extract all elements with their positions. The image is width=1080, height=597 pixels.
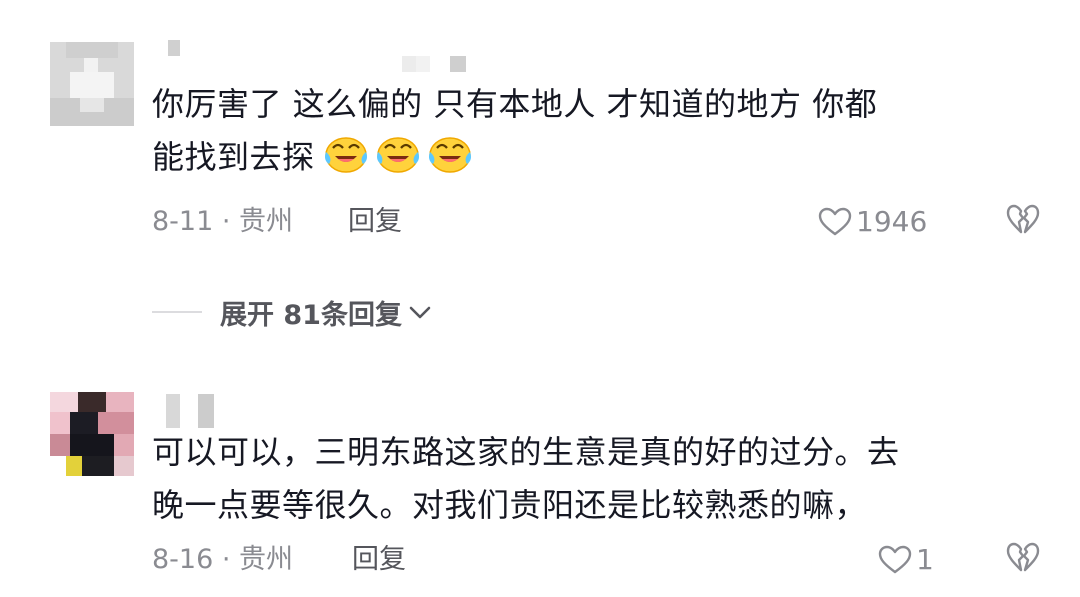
comment-text-line: 晚一点要等很久。对我们贵阳还是比较熟悉的嘛， [152,486,868,524]
laugh-cry-icon [324,137,367,173]
comment-date-location: 8-16 · 贵州 [152,544,294,575]
divider [152,311,202,313]
dislike-button[interactable] [1006,204,1040,248]
comment-meta: 8-16 · 贵州 回复 1 [152,540,1040,580]
avatar[interactable] [50,42,134,126]
like-count: 1 [916,543,934,576]
avatar[interactable] [50,392,134,476]
expand-replies-label: 展开 81条回复 [220,299,402,331]
heart-icon [878,545,912,574]
comment-text-line: 你厉害了 这么偏的 只有本地人 才知道的地方 你都 [152,85,878,123]
heart-icon [818,207,852,236]
comment-text-segment: 能找到去探 [152,138,315,176]
username[interactable] [152,40,482,80]
broken-heart-icon [1006,204,1040,234]
comment-text: 可以可以，三明东路这家的生意是真的好的过分。去 晚一点要等很久。对我们贵阳还是比… [152,426,1032,532]
chevron-down-icon [409,306,431,319]
reply-button[interactable]: 回复 [348,202,402,242]
like-button[interactable]: 1946 [818,202,927,242]
comment-date-location: 8-11 · 贵州 [152,206,294,237]
like-count: 1946 [856,205,928,238]
comment-meta: 8-11 · 贵州 回复 1946 [152,202,1040,242]
expand-replies-button[interactable]: 展开 81条回复 [152,292,434,332]
reply-button[interactable]: 回复 [352,540,406,580]
dislike-button[interactable] [1006,542,1040,586]
laugh-cry-icon [428,137,471,173]
comment-text-line: 能找到去探 [152,131,1032,184]
comment-text: 你厉害了 这么偏的 只有本地人 才知道的地方 你都 能找到去探 [152,78,1032,184]
comment-item: 你厉害了 这么偏的 只有本地人 才知道的地方 你都 能找到去探 8-11 · 贵… [0,0,1080,270]
comment-item: 可以可以，三明东路这家的生意是真的好的过分。去 晚一点要等很久。对我们贵阳还是比… [0,370,1080,597]
broken-heart-icon [1006,542,1040,572]
like-button[interactable]: 1 [878,540,934,580]
comment-text-line: 可以可以，三明东路这家的生意是真的好的过分。去 [152,433,900,471]
laugh-cry-icon [376,137,419,173]
